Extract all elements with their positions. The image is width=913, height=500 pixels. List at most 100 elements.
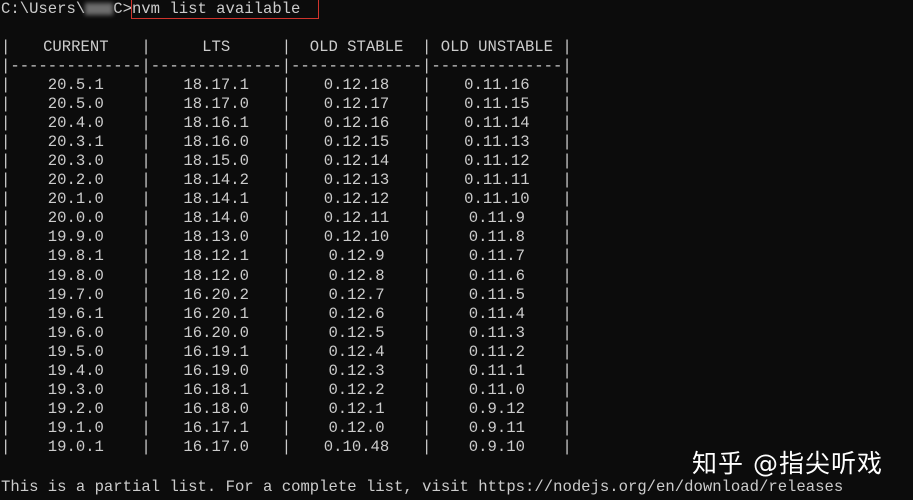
version-cell: 0.11.0 — [468, 380, 525, 399]
column-divider: | — [1, 209, 11, 228]
column-divider: | — [281, 399, 292, 418]
column-divider: | — [1, 76, 11, 94]
version-cell: 0.12.11 — [323, 209, 390, 228]
column-divider: | — [422, 304, 432, 323]
version-cell: 19.7.0 — [47, 285, 104, 304]
version-cell: 0.11.9 — [468, 209, 525, 228]
table-row: | 20.3.1 | 18.16.0 | 0.12.15 | 0.11.13 | — [1, 133, 572, 152]
column-divider: | — [141, 57, 151, 75]
column-divider: | — [1, 57, 11, 75]
column-divider: | — [562, 342, 572, 361]
column-divider: | — [562, 323, 572, 342]
column-divider: | — [1, 114, 11, 133]
version-cell: 20.3.0 — [47, 152, 104, 171]
column-divider: | — [141, 114, 151, 133]
version-cell: 18.14.0 — [183, 209, 249, 228]
version-cell: 19.1.0 — [47, 418, 104, 437]
column-divider: | — [281, 418, 292, 437]
version-cell: 0.11.7 — [468, 247, 525, 266]
version-cell: 0.12.0 — [328, 418, 385, 437]
version-cell: 16.20.0 — [183, 323, 249, 342]
version-cell: 16.19.1 — [183, 342, 249, 361]
column-divider: | — [562, 57, 572, 75]
version-cell: 0.10.48 — [323, 437, 390, 456]
column-divider: | — [141, 323, 151, 342]
column-divider: | — [562, 418, 572, 437]
version-cell: 19.3.0 — [47, 380, 104, 399]
column-divider: | — [281, 152, 292, 171]
version-cell: 0.12.13 — [323, 171, 390, 190]
column-divider: | — [141, 95, 151, 114]
column-divider: | — [422, 190, 432, 209]
column-divider: | — [281, 171, 292, 190]
version-cell: 16.19.0 — [183, 361, 249, 380]
table-row: | 20.4.0 | 18.16.1 | 0.12.16 | 0.11.14 | — [1, 114, 572, 133]
column-divider: | — [281, 76, 292, 94]
column-header: CURRENT — [43, 38, 109, 56]
column-divider: | — [1, 380, 11, 399]
version-cell: 16.18.1 — [183, 380, 249, 399]
version-cell: 16.17.0 — [183, 437, 249, 456]
table-row: | 19.1.0 | 16.17.1 | 0.12.0 | 0.9.11 | — [1, 419, 572, 438]
version-cell: 0.11.14 — [464, 114, 530, 133]
column-divider: | — [422, 399, 432, 418]
version-cell: 20.0.0 — [47, 209, 104, 228]
column-divider: | — [562, 114, 572, 133]
table-row: | 19.2.0 | 16.18.0 | 0.12.1 | 0.9.12 | — [1, 400, 572, 419]
version-cell: 0.12.9 — [328, 247, 385, 266]
column-divider: | — [281, 190, 292, 209]
column-divider: | — [562, 95, 572, 114]
column-divider: | — [562, 361, 572, 380]
column-divider: | — [562, 38, 572, 56]
column-divider: | — [1, 285, 11, 304]
column-divider: | — [1, 304, 11, 323]
column-divider: | — [422, 437, 432, 456]
version-cell: 20.5.0 — [47, 95, 104, 114]
version-cell: 0.12.16 — [323, 114, 390, 133]
column-divider: | — [562, 437, 572, 456]
column-divider: | — [281, 228, 292, 247]
version-cell: 19.4.0 — [47, 361, 104, 380]
table-separator: |--------------|--------------|---------… — [1, 57, 572, 76]
version-cell: 0.11.6 — [468, 266, 525, 285]
table-row: | 20.0.0 | 18.14.0 | 0.12.11 | 0.11.9 | — [1, 209, 572, 228]
column-divider: | — [562, 304, 572, 323]
column-divider: | — [281, 57, 292, 75]
version-cell: 19.6.0 — [47, 323, 104, 342]
column-divider: | — [422, 380, 432, 399]
column-divider: | — [1, 418, 11, 437]
footer-note: This is a partial list. For a complete l… — [1, 478, 844, 496]
version-cell: 20.3.1 — [47, 133, 104, 152]
version-cell: 0.9.10 — [468, 437, 525, 456]
column-divider: | — [1, 437, 11, 456]
version-cell: 18.17.1 — [183, 76, 249, 94]
prompt-suffix: C> — [113, 0, 132, 18]
column-divider: | — [1, 190, 11, 209]
version-cell: 0.11.4 — [468, 304, 525, 323]
version-cell: 0.11.5 — [468, 285, 525, 304]
version-cell: 18.12.0 — [183, 266, 249, 285]
column-divider: | — [1, 228, 11, 247]
column-divider: | — [141, 304, 151, 323]
prompt-line: C:\Users\ C>nvm list available — [1, 0, 320, 19]
table-row: | 20.5.0 | 18.17.0 | 0.12.17 | 0.11.15 | — [1, 95, 572, 114]
version-cell: 18.16.0 — [183, 133, 249, 152]
column-divider: | — [141, 247, 151, 266]
column-divider: | — [281, 437, 292, 456]
table-row: | 19.8.1 | 18.12.1 | 0.12.9 | 0.11.7 | — [1, 247, 572, 266]
column-divider: | — [562, 171, 572, 190]
column-divider: | — [281, 95, 292, 114]
version-cell: 0.11.16 — [464, 76, 530, 94]
column-divider: | — [281, 266, 292, 285]
column-divider: | — [141, 380, 151, 399]
version-cell: 16.17.1 — [183, 418, 249, 437]
table-row: | 20.3.0 | 18.15.0 | 0.12.14 | 0.11.12 | — [1, 152, 572, 171]
column-divider: | — [281, 285, 292, 304]
version-cell: 0.11.2 — [468, 342, 525, 361]
column-divider: | — [281, 304, 292, 323]
version-cell: 0.12.4 — [328, 342, 385, 361]
column-divider: | — [1, 95, 11, 114]
column-divider: | — [562, 285, 572, 304]
column-divider: | — [422, 57, 432, 75]
column-divider: | — [422, 266, 432, 285]
